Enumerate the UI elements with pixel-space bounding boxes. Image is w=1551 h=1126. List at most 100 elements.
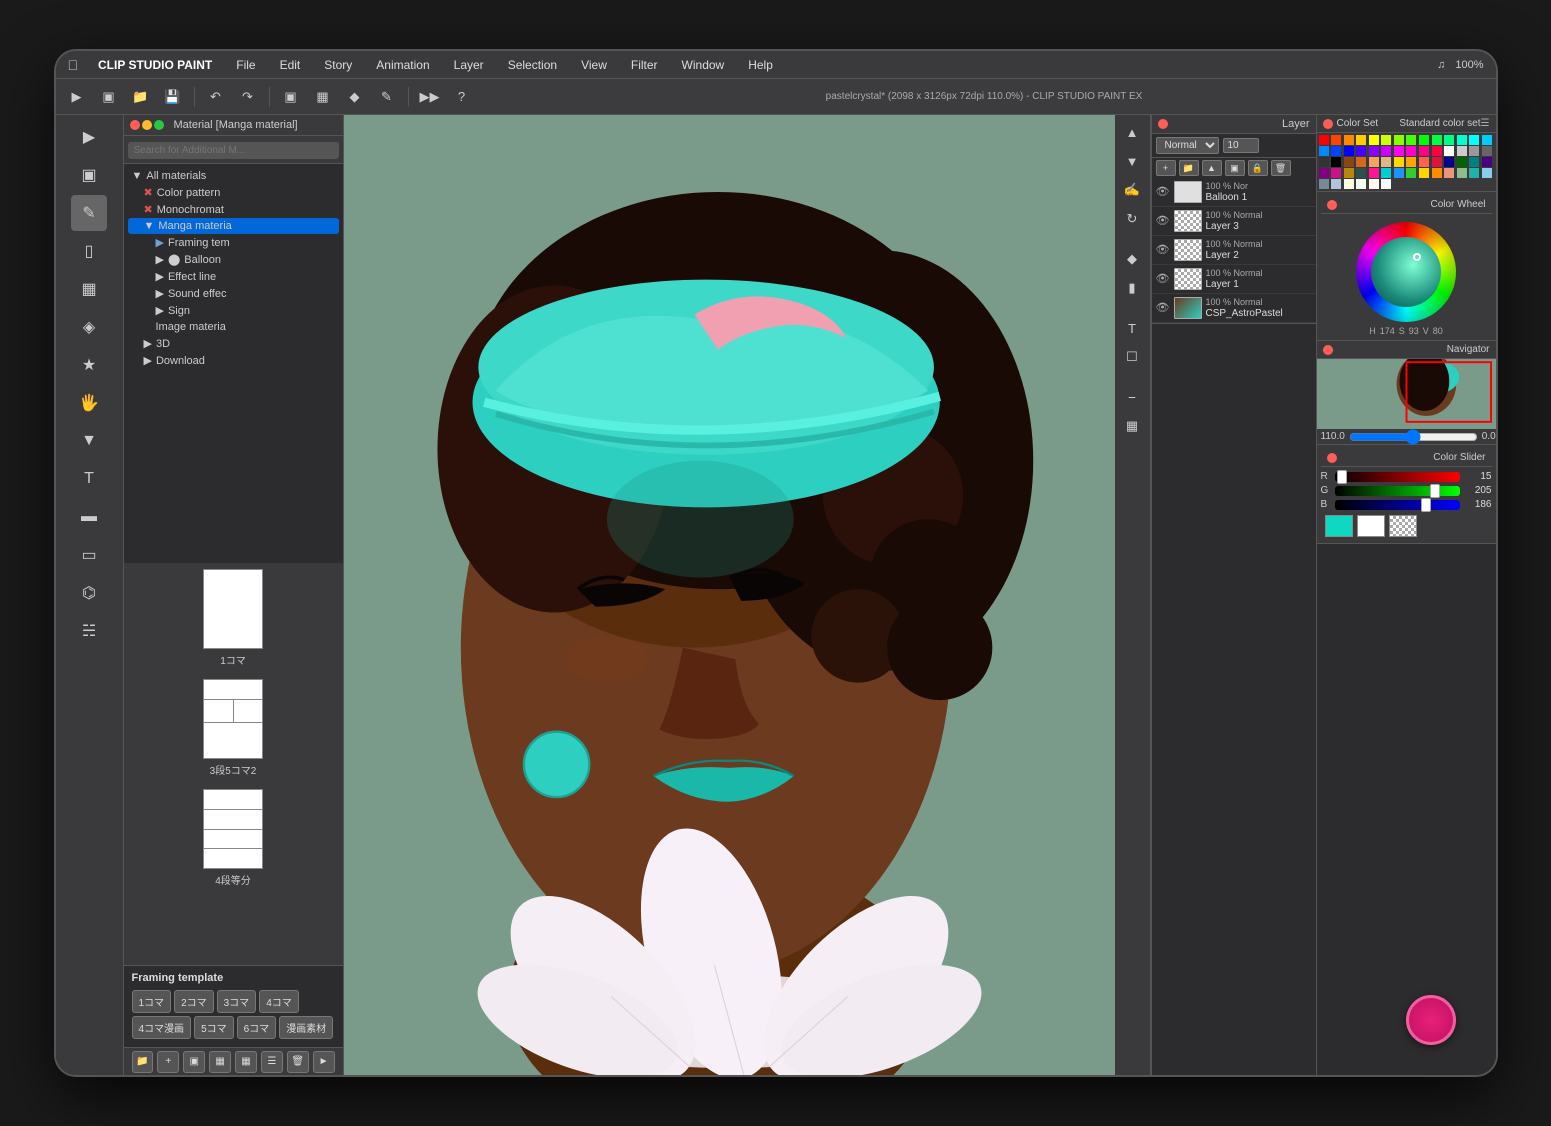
color-swatch-8[interactable] xyxy=(1419,135,1429,145)
toolbar-csp-button[interactable]: ▶ xyxy=(64,84,90,110)
color-swatch-15[interactable] xyxy=(1331,146,1341,156)
color-set-menu-btn[interactable]: ☰ xyxy=(1481,118,1490,129)
toolbar-redo-button[interactable]: ↷ xyxy=(235,84,261,110)
thumb-item-2[interactable]: 4段等分 xyxy=(203,789,263,887)
material-grid1-btn[interactable]: ▦ xyxy=(209,1051,231,1073)
layer-row-balloon[interactable]: 👁 100 % Nor Balloon 1 xyxy=(1152,178,1316,207)
color-swatch-43[interactable] xyxy=(1331,168,1341,178)
color-swatch-25[interactable] xyxy=(1457,146,1467,156)
tree-item-effect[interactable]: ▶ Effect line xyxy=(128,268,339,285)
framing-btn-5[interactable]: 5コマ xyxy=(194,1016,234,1039)
layer-opacity-input[interactable] xyxy=(1223,138,1259,153)
r-slider-track[interactable] xyxy=(1335,472,1460,482)
toolbar-save-button[interactable]: 💾 xyxy=(160,84,186,110)
color-swatch-39[interactable] xyxy=(1457,157,1467,167)
color-swatch-50[interactable] xyxy=(1419,168,1429,178)
tool-eraser[interactable]: ▯ xyxy=(71,233,107,269)
material-folder-btn[interactable]: 📁 xyxy=(132,1051,154,1073)
color-swatch-3[interactable] xyxy=(1356,135,1366,145)
transparent-color-swatch[interactable] xyxy=(1389,515,1417,537)
right-ruler-btn[interactable]: ⎯ xyxy=(1119,384,1145,410)
toolbar-open-button[interactable]: 📁 xyxy=(128,84,154,110)
color-swatch-56[interactable] xyxy=(1319,179,1329,189)
close-btn-green[interactable] xyxy=(154,120,164,130)
color-swatch-52[interactable] xyxy=(1444,168,1454,178)
color-swatch-36[interactable] xyxy=(1419,157,1429,167)
material-arrow-btn[interactable]: ► xyxy=(313,1051,335,1073)
close-btn-yellow[interactable] xyxy=(142,120,152,130)
layer-lock-btn[interactable]: 🔒 xyxy=(1248,160,1268,176)
right-sym-btn[interactable]: ☐ xyxy=(1119,344,1145,370)
right-brush-btn[interactable]: ▮ xyxy=(1119,275,1145,301)
color-swatch-46[interactable] xyxy=(1369,168,1379,178)
color-swatch-10[interactable] xyxy=(1444,135,1454,145)
color-swatch-61[interactable] xyxy=(1381,179,1391,189)
nav-zoom-slider[interactable] xyxy=(1349,432,1478,442)
right-color-picker-btn[interactable]: ◆ xyxy=(1119,246,1145,272)
menu-animation[interactable]: Animation xyxy=(372,56,433,74)
toolbar-zoom-button[interactable]: ▶▶ xyxy=(417,84,443,110)
color-swatch-35[interactable] xyxy=(1406,157,1416,167)
color-swatch-17[interactable] xyxy=(1356,146,1366,156)
color-swatch-0[interactable] xyxy=(1319,135,1329,145)
color-swatch-51[interactable] xyxy=(1432,168,1442,178)
layer-close-red[interactable] xyxy=(1158,119,1168,129)
color-swatch-2[interactable] xyxy=(1344,135,1354,145)
tool-gradient[interactable]: ▬ xyxy=(71,499,107,535)
color-swatch-24[interactable] xyxy=(1444,146,1454,156)
color-swatch-22[interactable] xyxy=(1419,146,1429,156)
tool-figure[interactable]: ▭ xyxy=(71,537,107,573)
menu-selection[interactable]: Selection xyxy=(504,56,561,74)
close-btn-red[interactable] xyxy=(130,120,140,130)
color-swatch-44[interactable] xyxy=(1344,168,1354,178)
color-swatch-53[interactable] xyxy=(1457,168,1467,178)
menu-story[interactable]: Story xyxy=(320,56,356,74)
menu-edit[interactable]: Edit xyxy=(276,56,305,74)
tree-item-sound[interactable]: ▶ Sound effec xyxy=(128,285,339,302)
tool-fill[interactable]: ▼ xyxy=(71,423,107,459)
material-delete-btn[interactable]: 🗑 xyxy=(287,1051,309,1073)
color-swatch-9[interactable] xyxy=(1432,135,1442,145)
color-swatch-21[interactable] xyxy=(1406,146,1416,156)
color-swatch-13[interactable] xyxy=(1482,135,1492,145)
color-swatch-47[interactable] xyxy=(1381,168,1391,178)
slider-close-red[interactable] xyxy=(1327,453,1337,463)
tree-item-balloon[interactable]: ▶ ⬤ Balloon xyxy=(128,251,339,268)
canvas-area[interactable] xyxy=(344,115,1115,1075)
toolbar-fill-button[interactable]: ◆ xyxy=(342,84,368,110)
layer-copy-btn[interactable]: ▣ xyxy=(1225,160,1245,176)
layer-row-csp[interactable]: 👁 100 % Normal CSP_AstroPastel xyxy=(1152,294,1316,323)
tool-text[interactable]: T xyxy=(71,461,107,497)
color-swatch-1[interactable] xyxy=(1331,135,1341,145)
color-swatch-34[interactable] xyxy=(1394,157,1404,167)
menu-file[interactable]: File xyxy=(232,56,259,74)
color-swatch-40[interactable] xyxy=(1469,157,1479,167)
color-swatch-42[interactable] xyxy=(1319,168,1329,178)
color-swatch-7[interactable] xyxy=(1406,135,1416,145)
tree-item-image[interactable]: Image materia xyxy=(128,319,339,335)
right-hand-btn[interactable]: ✍ xyxy=(1119,177,1145,203)
toolbar-transform-button[interactable]: ▣ xyxy=(278,84,304,110)
color-swatch-11[interactable] xyxy=(1457,135,1467,145)
tool-materials[interactable]: ▣ xyxy=(71,157,107,193)
toolbar-pen-button[interactable]: ✎ xyxy=(374,84,400,110)
menu-layer[interactable]: Layer xyxy=(450,56,488,74)
tool-eyedropper[interactable]: 🖐 xyxy=(71,385,107,421)
color-swatch-23[interactable] xyxy=(1432,146,1442,156)
foreground-color-swatch[interactable] xyxy=(1325,515,1353,537)
menu-filter[interactable]: Filter xyxy=(627,56,662,74)
right-grid-btn[interactable]: ▦ xyxy=(1119,413,1145,439)
right-zoom-out-btn[interactable]: ▼ xyxy=(1119,148,1145,174)
framing-btn-6[interactable]: 6コマ xyxy=(237,1016,277,1039)
color-swatch-4[interactable] xyxy=(1369,135,1379,145)
tree-item-color[interactable]: ✖ Color pattern xyxy=(128,184,339,201)
framing-btn-1[interactable]: 2コマ xyxy=(174,990,214,1013)
toolbar-select-button[interactable]: ▦ xyxy=(310,84,336,110)
color-swatch-57[interactable] xyxy=(1331,179,1341,189)
tree-item-manga[interactable]: ▼ Manga materia xyxy=(128,218,339,234)
right-zoom-in-btn[interactable]: ▲ xyxy=(1119,119,1145,145)
layer-row-2[interactable]: 👁 100 % Normal Layer 2 xyxy=(1152,236,1316,265)
color-swatch-6[interactable] xyxy=(1394,135,1404,145)
color-swatch-58[interactable] xyxy=(1344,179,1354,189)
color-swatch-59[interactable] xyxy=(1356,179,1366,189)
